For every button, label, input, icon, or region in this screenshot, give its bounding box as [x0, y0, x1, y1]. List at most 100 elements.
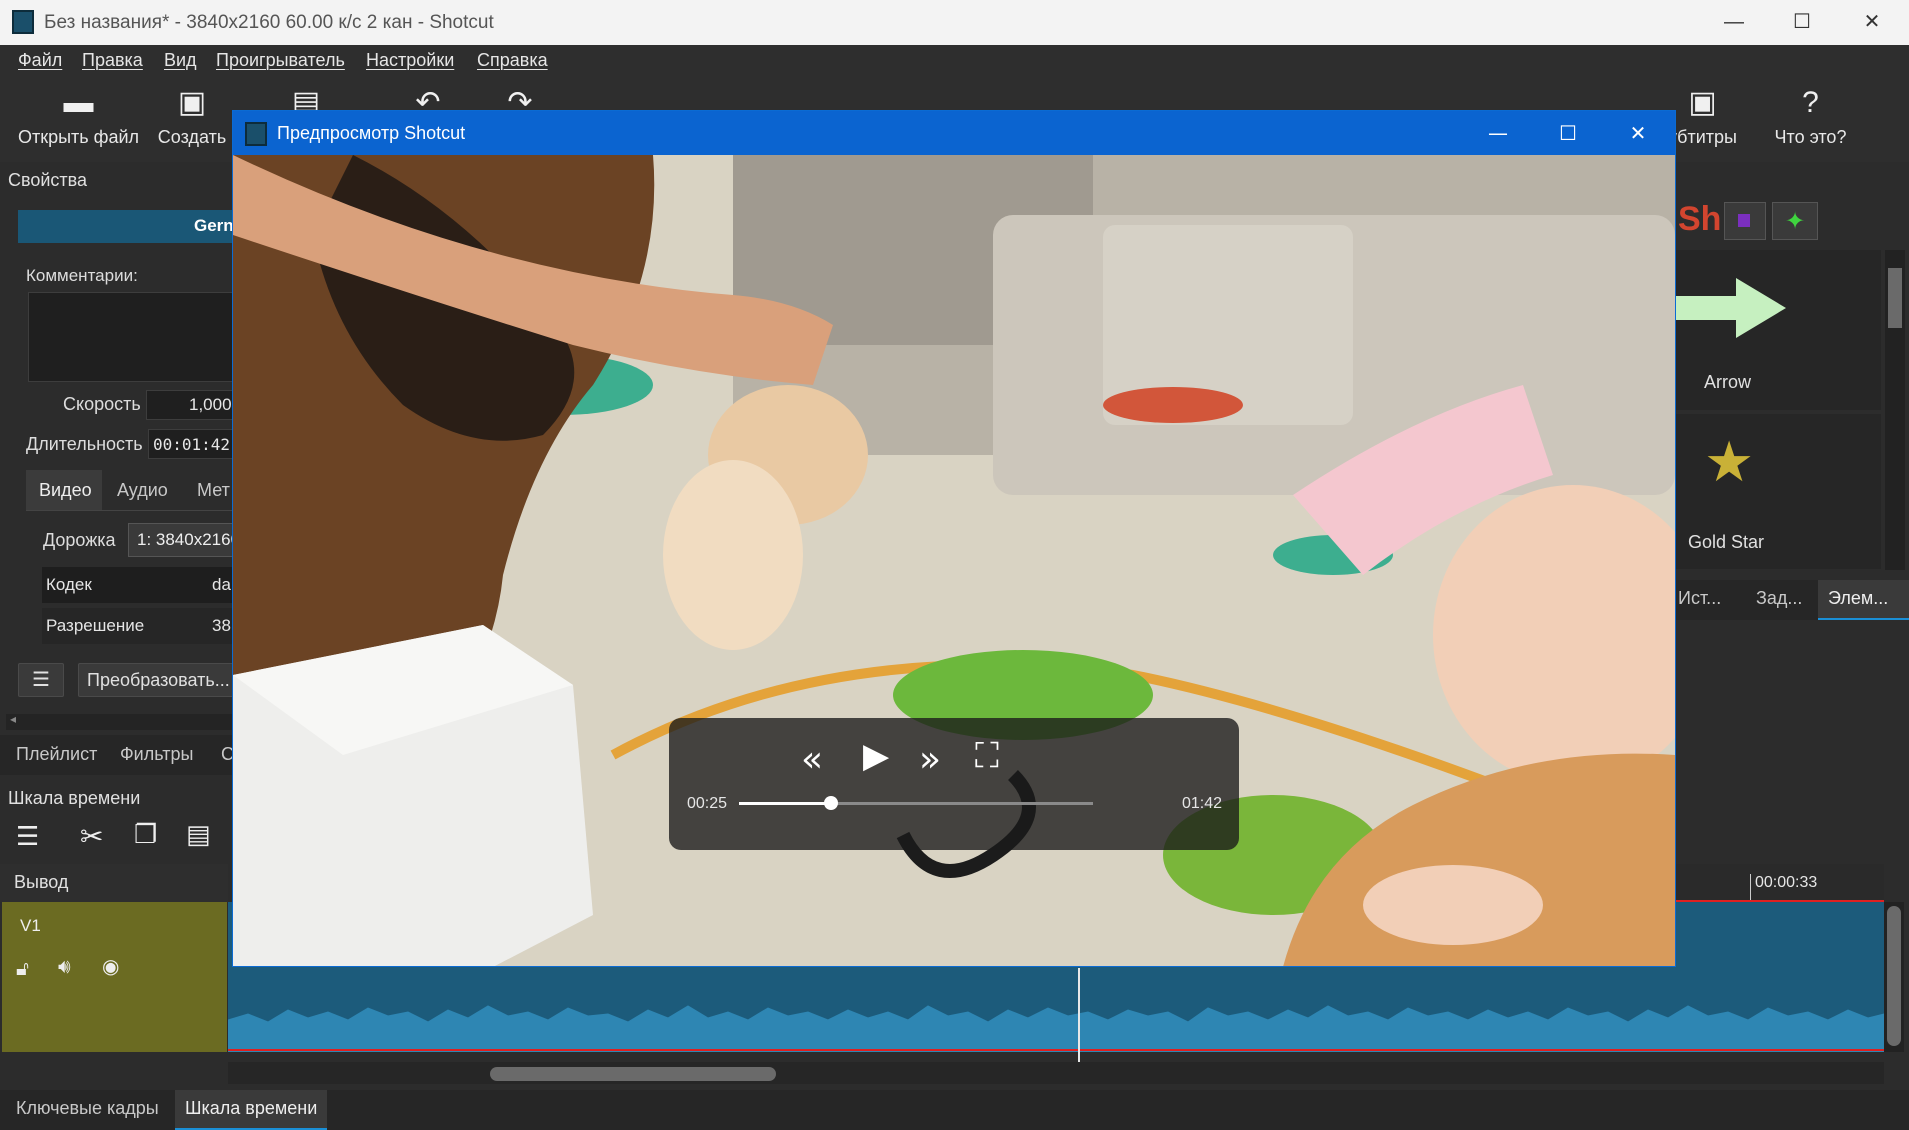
properties-hscrollbar[interactable]: ◂: [6, 712, 235, 730]
tab-playlist[interactable]: Плейлист: [16, 744, 97, 765]
preview-app-icon: [245, 122, 267, 146]
menu-settings[interactable]: Настройки: [366, 50, 454, 71]
fast-forward-icon[interactable]: »: [919, 742, 941, 778]
timeline-hscrollbar[interactable]: [228, 1062, 1884, 1084]
timeline-header: Шкала времени: [8, 788, 141, 808]
comments-textarea[interactable]: [28, 292, 235, 382]
timeline-playhead[interactable]: [1078, 968, 1080, 1063]
ruler-red-line: [1676, 900, 1884, 902]
purple-icon[interactable]: [1724, 202, 1766, 240]
speed-field[interactable]: 1,000: [146, 390, 235, 420]
question-icon: ?: [1802, 86, 1819, 119]
track-name: V1: [20, 916, 41, 935]
preview-title-bar[interactable]: Предпросмотр Shotcut — ☐ ✕: [233, 111, 1675, 155]
track-header-v1[interactable]: V1 🔓︎ 🔊︎ ◉: [2, 902, 227, 1052]
bottom-dock-tabs: Ключевые кадры Шкала времени: [0, 1090, 1909, 1130]
folder-icon: ▬: [63, 86, 94, 119]
right-vscroll-thumb[interactable]: [1888, 268, 1902, 328]
speed-label: Скорость: [63, 394, 141, 414]
timeline-ruler[interactable]: 00:00:33: [1676, 864, 1884, 902]
track-select[interactable]: 1: 3840x2160: [128, 523, 240, 557]
tab-tasks[interactable]: Зад...: [1756, 588, 1802, 609]
output-header: Вывод: [0, 864, 228, 902]
hamburger-icon: ☰: [32, 669, 50, 691]
track-label: Дорожка: [43, 530, 116, 550]
cut-icon[interactable]: ✂: [80, 820, 103, 853]
whats-this-button[interactable]: ? Что это?: [1763, 77, 1858, 148]
comments-label: Комментарии:: [26, 266, 138, 285]
gold-star-item[interactable]: ★ Gold Star: [1676, 414, 1881, 569]
timeline-hscroll-thumb[interactable]: [490, 1067, 776, 1081]
paste-icon[interactable]: ▤: [186, 820, 211, 850]
window-title: Без названия* - 3840x2160 60.00 к/с 2 ка…: [44, 12, 494, 33]
menu-player[interactable]: Проигрыватель: [216, 50, 345, 71]
sparkle-icon[interactable]: ✦: [1772, 202, 1818, 240]
clip-name-bar: Gern: [18, 210, 235, 243]
menu-file[interactable]: Файл: [18, 50, 62, 71]
tab-video[interactable]: Видео: [26, 470, 102, 510]
current-time: 00:25: [687, 795, 728, 812]
maximize-button[interactable]: ☐: [1768, 0, 1836, 45]
rewind-icon[interactable]: «: [801, 742, 823, 778]
timeline-toolbar: ☰ ✂ ❐ ▤: [10, 820, 230, 860]
left-dock-tabs: Плейлист Фильтры С: [0, 735, 235, 775]
preview-close-button[interactable]: ✕: [1603, 111, 1673, 155]
arrow-item[interactable]: Arrow: [1676, 250, 1881, 410]
timeline-menu-icon[interactable]: ☰: [16, 822, 39, 852]
new-file-icon: ▣: [177, 86, 207, 119]
play-icon[interactable]: ▶: [863, 738, 889, 774]
tab-keyframes[interactable]: Ключевые кадры: [16, 1098, 159, 1119]
close-button[interactable]: ✕: [1838, 0, 1906, 45]
shotcut-app-icon: [12, 10, 34, 34]
right-vscrollbar[interactable]: [1885, 250, 1905, 570]
menu-bar: Файл Правка Вид Проигрыватель Настройки …: [0, 45, 1909, 77]
seek-handle[interactable]: [824, 796, 839, 810]
open-file-button[interactable]: ▬ Открыть файл: [16, 77, 141, 148]
tab-elements[interactable]: Элем...: [1818, 580, 1909, 620]
gold-star-icon: ★: [1704, 430, 1755, 495]
preview-window[interactable]: Предпросмотр Shotcut — ☐ ✕ « ▶ » ⛶ 00:25…: [232, 110, 1676, 967]
timeline-vscrollbar[interactable]: [1884, 902, 1904, 1052]
ruler-tick: [1750, 874, 1751, 902]
menu-help[interactable]: Справка: [477, 50, 548, 71]
duration-label: Длительность: [26, 434, 143, 454]
properties-menu-button[interactable]: ☰: [18, 663, 64, 697]
seek-track[interactable]: [739, 796, 1093, 810]
right-panel: Sh ✦ Arrow ★ Gold Star Ист... Зад... Эле…: [1676, 162, 1909, 620]
resolution-row: Разрешение 38: [42, 608, 235, 644]
menu-view[interactable]: Вид: [164, 50, 197, 71]
total-time: 01:42: [1182, 795, 1223, 812]
tab-meta[interactable]: Мет: [197, 480, 230, 501]
right-tabs: Ист... Зад... Элем...: [1676, 580, 1909, 620]
lock-icon[interactable]: 🔓︎: [16, 956, 29, 980]
preview-minimize-button[interactable]: —: [1463, 111, 1533, 155]
audio-icon[interactable]: 🔊︎: [58, 954, 71, 978]
properties-tabs: Видео Аудио Мет: [26, 470, 235, 511]
duration-field[interactable]: 00:01:42: [148, 429, 235, 459]
minimize-button[interactable]: —: [1700, 0, 1768, 45]
properties-header: Свойства: [8, 170, 88, 190]
fullscreen-icon[interactable]: ⛶: [975, 738, 999, 774]
timeline-vscroll-thumb[interactable]: [1887, 906, 1901, 1046]
copy-icon[interactable]: ❐: [134, 820, 157, 850]
menu-edit[interactable]: Правка: [82, 50, 143, 71]
properties-panel: Свойства Gern Комментарии: Скорость 1,00…: [0, 162, 240, 730]
video-frame[interactable]: « ▶ » ⛶ 00:25 01:42: [233, 155, 1675, 966]
seek-progress: [739, 802, 832, 805]
tab-filters[interactable]: Фильтры: [120, 744, 193, 765]
tab-audio[interactable]: Аудио: [117, 480, 168, 501]
purple-square: [1738, 214, 1750, 227]
ruler-time-label: 00:00:33: [1755, 874, 1818, 891]
codec-row: Кодек da: [42, 567, 235, 603]
arrow-thumbnail-icon: [1676, 278, 1791, 338]
preview-title: Предпросмотр Shotcut: [277, 123, 466, 143]
sh-icon[interactable]: Sh: [1678, 200, 1721, 239]
create-button[interactable]: ▣ Создать: [156, 77, 228, 148]
player-controls: « ▶ » ⛶ 00:25 01:42: [669, 718, 1239, 850]
tab-timeline[interactable]: Шкала времени: [175, 1090, 327, 1130]
tab-sources[interactable]: Ист...: [1678, 588, 1721, 609]
convert-button[interactable]: Преобразовать...: [78, 663, 235, 697]
eye-icon[interactable]: ◉: [102, 954, 119, 978]
preview-maximize-button[interactable]: ☐: [1533, 111, 1603, 155]
scroll-left-icon: ◂: [10, 712, 17, 726]
